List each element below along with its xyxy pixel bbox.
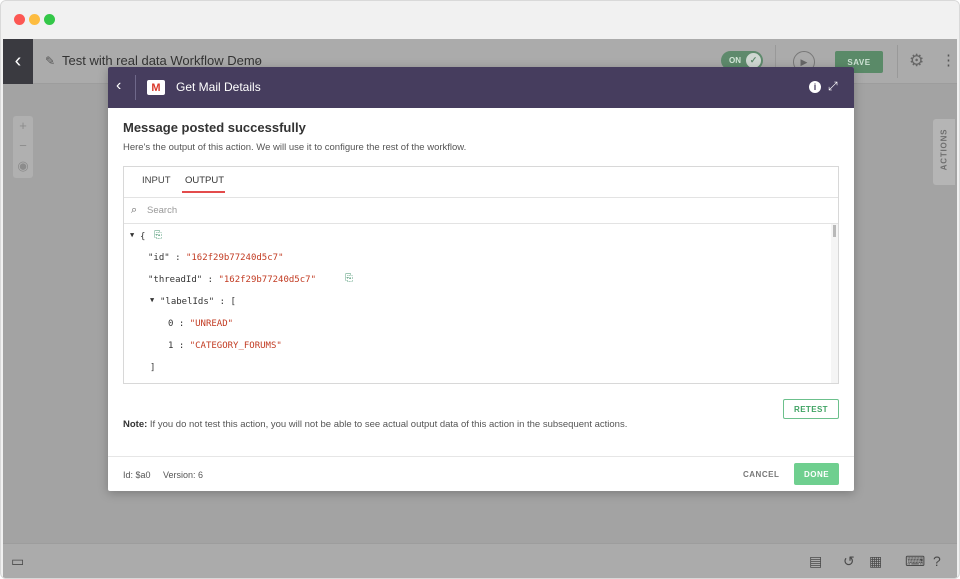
console-icon[interactable]: ▭ xyxy=(11,553,24,570)
json-value: "CATEGORY_FORUMS" xyxy=(189,341,282,351)
modal-back-button[interactable]: ‹ xyxy=(116,77,121,95)
back-button[interactable]: ‹ xyxy=(3,39,33,84)
workflow-title[interactable]: Test with real data Workflow Demo xyxy=(62,53,262,68)
copy-icon[interactable]: ⎘ xyxy=(345,273,353,284)
close-window-button[interactable] xyxy=(14,14,25,25)
json-array-item: 1 : "CATEGORY_FORUMS" xyxy=(168,341,282,351)
expand-icon[interactable]: ⤢ xyxy=(828,79,838,94)
search-icon: ⌕ xyxy=(131,204,138,216)
tab-output[interactable]: OUTPUT xyxy=(185,175,224,186)
recenter-button[interactable]: ◉ xyxy=(13,156,33,176)
active-tab-indicator xyxy=(182,191,225,193)
note-body: If you do not test this action, you will… xyxy=(147,419,628,430)
note-text: Note: If you do not test this action, yo… xyxy=(123,419,627,430)
done-button[interactable]: DONE xyxy=(794,463,839,485)
check-icon: ✓ xyxy=(746,53,761,68)
success-subheading: Here's the output of this action. We wil… xyxy=(123,142,467,153)
bottom-toolbar: ▭ ▤ ↺ ▦ ⌨ ? xyxy=(3,543,957,578)
maximize-window-button[interactable] xyxy=(44,14,55,25)
app-window: ‹ ✎ Test with real data Workflow Demo ⌄ … xyxy=(0,0,960,579)
actions-tab-label: ACTIONS xyxy=(939,128,949,171)
notes-icon[interactable]: ▤ xyxy=(809,553,822,570)
gmail-icon: M xyxy=(147,80,165,95)
chevron-down-icon[interactable]: ⌄ xyxy=(253,53,262,66)
divider xyxy=(897,45,898,78)
json-separator: : xyxy=(173,319,190,329)
json-value: "162f29b77240d5c7" xyxy=(218,275,316,285)
zoom-controls: + − ◉ xyxy=(13,116,33,178)
json-separator: : xyxy=(169,253,186,263)
divider xyxy=(135,75,136,100)
keyboard-icon[interactable]: ⌨ xyxy=(905,553,925,570)
pencil-icon[interactable]: ✎ xyxy=(45,54,55,68)
cancel-button[interactable]: CANCEL xyxy=(743,470,779,479)
action-output-modal: ‹ M Get Mail Details i ⤢ Message posted … xyxy=(108,67,854,491)
json-separator: : xyxy=(214,297,231,307)
scrollbar-thumb[interactable] xyxy=(833,225,836,237)
info-icon[interactable]: i xyxy=(809,81,821,93)
window-titlebar xyxy=(1,1,959,39)
json-array-row: "labelIds" : [ xyxy=(160,297,236,307)
json-array-open: [ xyxy=(230,297,236,307)
more-options-icon[interactable]: ⋮ xyxy=(941,51,956,69)
json-separator: : xyxy=(173,341,190,351)
tab-input[interactable]: INPUT xyxy=(142,175,171,186)
io-tabs: INPUT OUTPUT xyxy=(124,167,838,198)
copy-icon[interactable]: ⎘ xyxy=(154,230,162,241)
json-value: "162f29b77240d5c7" xyxy=(185,253,284,263)
zoom-out-button[interactable]: − xyxy=(13,136,33,156)
note-label: Note: xyxy=(123,419,148,430)
search-input[interactable] xyxy=(147,203,747,218)
toggle-label: ON xyxy=(729,56,741,65)
actions-panel-tab[interactable]: ACTIONS xyxy=(933,119,955,185)
action-version: Version: 6 xyxy=(163,470,204,480)
json-key: "threadId" xyxy=(148,275,203,285)
json-value: "UNREAD" xyxy=(189,319,234,329)
json-tree: ▼ { ⎘ "id" : "162f29b77240d5c7" "threadI… xyxy=(124,225,838,383)
zoom-in-button[interactable]: + xyxy=(13,116,33,136)
minimize-window-button[interactable] xyxy=(29,14,40,25)
logs-icon[interactable]: ▦ xyxy=(869,553,882,570)
json-key: "id" xyxy=(148,253,170,263)
json-array-close: ] xyxy=(150,363,156,373)
gear-icon[interactable]: ⚙ xyxy=(909,51,924,71)
retest-button[interactable]: RETEST xyxy=(783,399,839,419)
chevron-left-icon: ‹ xyxy=(14,50,22,72)
history-icon[interactable]: ↺ xyxy=(843,553,855,570)
json-field-row: "id" : "162f29b77240d5c7" xyxy=(148,253,284,263)
output-search: ⌕ xyxy=(124,198,838,224)
help-icon[interactable]: ? xyxy=(933,553,941,569)
output-panel: INPUT OUTPUT ⌕ ▼ { ⎘ "id" : "162f29b7724… xyxy=(123,166,839,384)
json-key: "labelIds" xyxy=(160,297,215,307)
modal-title: Get Mail Details xyxy=(176,80,261,94)
modal-header: ‹ M Get Mail Details i ⤢ xyxy=(108,67,854,108)
collapse-triangle-icon[interactable]: ▼ xyxy=(130,231,134,239)
modal-footer: Id: $a0 Version: 6 CANCEL DONE xyxy=(108,456,854,491)
action-id: Id: $a0 xyxy=(123,470,151,480)
success-heading: Message posted successfully xyxy=(123,120,306,135)
collapse-triangle-icon[interactable]: ▼ xyxy=(150,296,154,304)
json-field-row: "threadId" : "162f29b77240d5c7" xyxy=(148,275,316,285)
json-open-brace: { xyxy=(140,232,146,242)
json-separator: : xyxy=(202,275,219,285)
scrollbar-track[interactable] xyxy=(831,224,838,383)
json-array-item: 0 : "UNREAD" xyxy=(168,319,233,329)
play-icon: ▶ xyxy=(800,56,808,67)
